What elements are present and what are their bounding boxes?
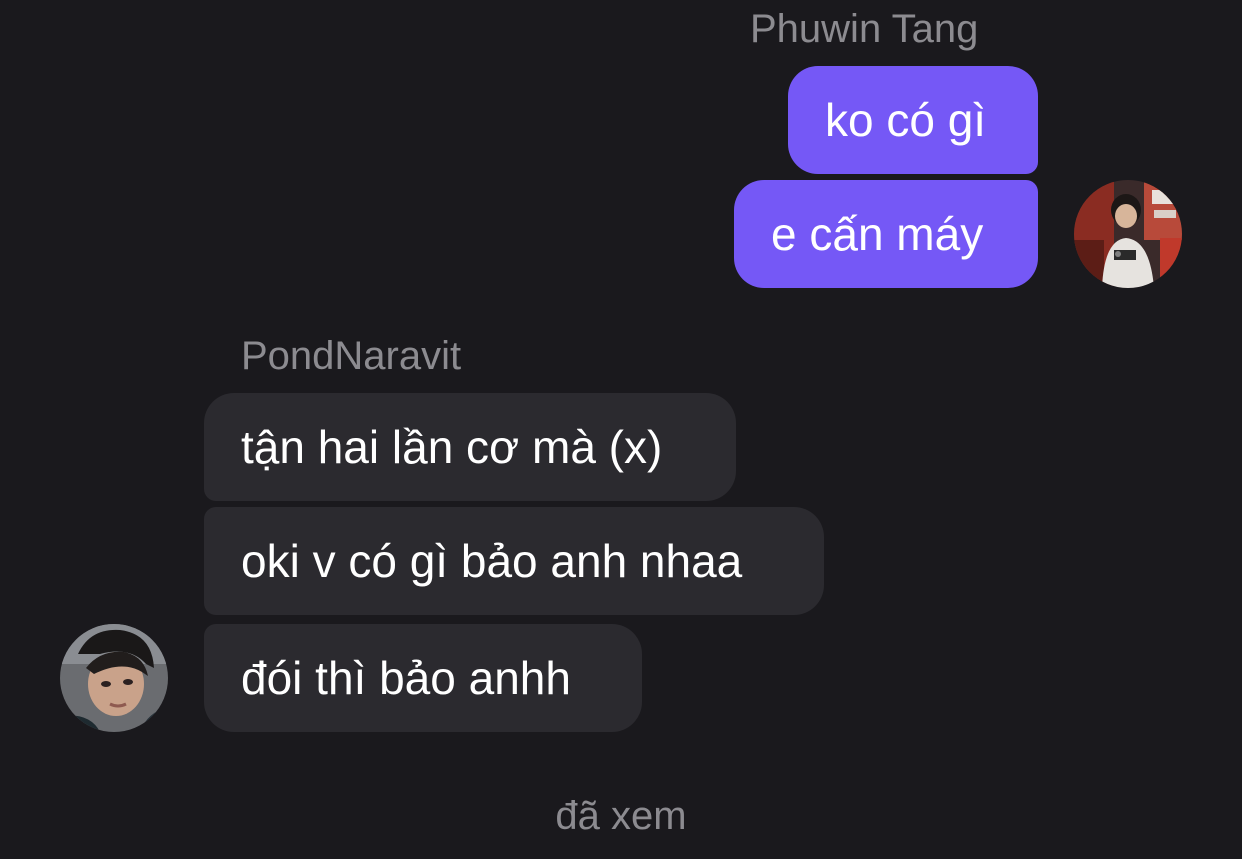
message-bubble-outgoing[interactable]: ko có gì <box>788 66 1038 174</box>
message-bubble-incoming[interactable]: đói thì bảo anhh <box>204 624 642 732</box>
message-text: e cấn máy <box>771 208 984 260</box>
message-text: ko có gì <box>825 94 987 146</box>
message-bubble-outgoing[interactable]: e cấn máy <box>734 180 1038 288</box>
message-text: oki v có gì bảo anh nhaa <box>241 535 743 587</box>
read-receipt: đã xem <box>555 794 687 838</box>
message-bubble-incoming[interactable]: tận hai lần cơ mà (x) <box>204 393 736 501</box>
sender-name-phuwin: Phuwin Tang <box>750 7 979 51</box>
avatar-pondnaravit[interactable] <box>60 624 168 732</box>
chat-thread: Phuwin Tang ko có gì e cấn máy PondNarav… <box>0 0 1242 859</box>
sender-name-pondnaravit: PondNaravit <box>241 334 462 378</box>
avatar-photo-pondnaravit <box>60 624 168 732</box>
message-text: tận hai lần cơ mà (x) <box>241 421 663 473</box>
message-bubble-incoming[interactable]: oki v có gì bảo anh nhaa <box>204 507 824 615</box>
message-text: đói thì bảo anhh <box>241 652 571 704</box>
avatar-phuwin[interactable] <box>1074 180 1182 288</box>
avatar-photo-phuwin <box>1074 180 1182 288</box>
